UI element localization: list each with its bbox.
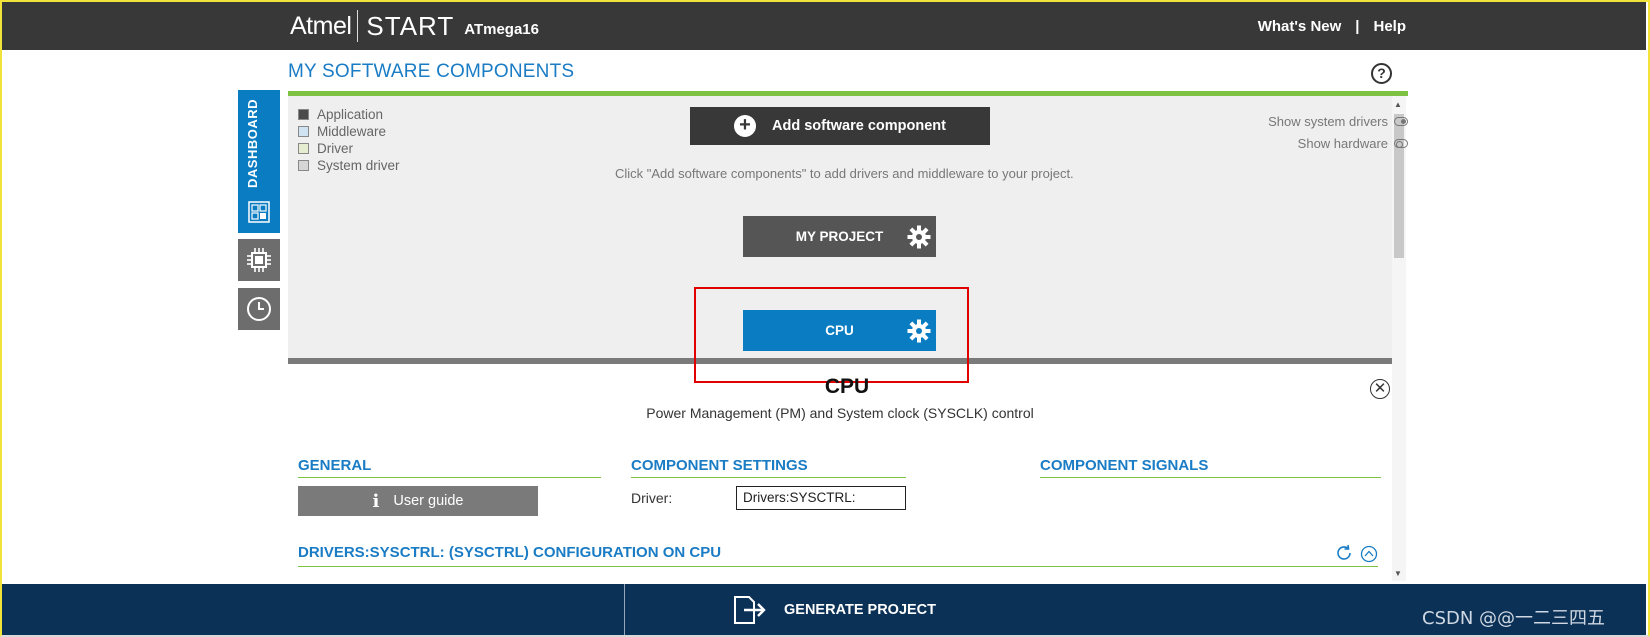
atmel-start-logo[interactable]: Atmel START ATmega16 <box>290 10 539 42</box>
collapse-icon[interactable] <box>1360 545 1378 563</box>
configuration-heading: DRIVERS:SYSCTRL: (SYSCTRL) CONFIGURATION… <box>298 544 1378 567</box>
clock-icon <box>247 297 271 321</box>
show-system-drivers-toggle[interactable]: Show system drivers <box>1268 110 1408 132</box>
legend-swatch <box>298 143 309 154</box>
dashboard-icon <box>248 201 270 223</box>
legend-item-application: Application <box>298 106 400 123</box>
legend-label: Driver <box>317 141 353 156</box>
link-separator: | <box>1355 18 1360 35</box>
show-hardware-label: Show hardware <box>1297 135 1388 151</box>
sidebar-item-chip[interactable] <box>238 239 280 281</box>
my-project-node[interactable]: MY PROJECT <box>743 216 936 257</box>
driver-select[interactable]: Drivers:SYSCTRL: <box>736 486 906 510</box>
legend-swatch <box>298 160 309 171</box>
help-icon[interactable]: ? <box>1371 63 1392 84</box>
legend-label: Application <box>317 107 384 122</box>
scroll-down-arrow-icon[interactable]: ▼ <box>1394 569 1402 578</box>
toggle-off-icon[interactable] <box>1394 138 1408 148</box>
user-guide-button[interactable]: i User guide <box>298 486 538 516</box>
sidebar-item-history[interactable] <box>238 288 280 330</box>
user-guide-label: User guide <box>393 493 464 509</box>
legend-item-middleware: Middleware <box>298 123 400 140</box>
show-hardware-toggle[interactable]: Show hardware <box>1268 132 1408 154</box>
view-toggles: Show system drivers Show hardware <box>1268 110 1408 154</box>
add-software-component-label: Add software component <box>771 118 946 134</box>
legend-swatch <box>298 109 309 120</box>
generate-project-button[interactable]: GENERATE PROJECT <box>732 594 936 626</box>
general-heading: GENERAL <box>298 457 601 478</box>
show-system-drivers-label: Show system drivers <box>1268 113 1388 129</box>
legend-item-system-driver: System driver <box>298 157 400 174</box>
info-icon: i <box>372 490 380 512</box>
whats-new-link[interactable]: What's New <box>1258 18 1342 35</box>
logo-product: START <box>366 10 455 41</box>
export-icon <box>734 596 766 624</box>
legend-item-driver: Driver <box>298 140 400 157</box>
logo-brand: Atmel <box>290 11 352 40</box>
sidebar-item-dashboard[interactable]: DASHBOARD <box>238 90 280 233</box>
gear-icon[interactable] <box>907 225 931 249</box>
component-detail-title: CPU <box>824 375 870 398</box>
scroll-up-arrow-icon[interactable]: ▲ <box>1394 100 1402 109</box>
add-software-component-button[interactable]: + Add software component <box>690 107 990 145</box>
chip-icon <box>247 248 271 272</box>
component-detail-subtitle: Power Management (PM) and System clock (… <box>646 405 1034 421</box>
watermark-text: CSDN @@一二三四五 <box>1422 608 1606 629</box>
add-component-hint: Click "Add software components" to add d… <box>615 166 1074 181</box>
legend-swatch <box>298 126 309 137</box>
legend-label: Middleware <box>317 124 387 139</box>
plus-icon: + <box>733 115 756 137</box>
generate-project-label: GENERATE PROJECT <box>784 602 937 618</box>
refresh-icon[interactable] <box>1334 543 1354 563</box>
page-title: MY SOFTWARE COMPONENTS <box>288 61 575 82</box>
configuration-actions <box>1334 543 1378 568</box>
driver-label: Driver: <box>631 490 673 506</box>
top-links: What's New | Help <box>1258 18 1406 35</box>
help-link[interactable]: Help <box>1373 18 1406 35</box>
top-bar: Atmel START ATmega16 What's New | Help <box>2 2 1646 50</box>
dashboard-label: DASHBOARD <box>245 99 260 188</box>
toggle-on-icon[interactable] <box>1394 116 1408 126</box>
bottom-bar: GENERATE PROJECT <box>2 584 1646 635</box>
component-settings-heading: COMPONENT SETTINGS <box>631 457 906 478</box>
component-legend: Application Middleware Driver System dri… <box>298 106 400 174</box>
device-name: ATmega16 <box>464 20 539 38</box>
component-signals-heading: COMPONENT SIGNALS <box>1040 457 1381 478</box>
legend-label: System driver <box>317 158 400 173</box>
highlight-annotation <box>694 287 969 383</box>
close-icon[interactable]: ✕ <box>1370 379 1390 399</box>
bottom-separator <box>624 584 625 635</box>
logo-separator <box>357 10 359 42</box>
